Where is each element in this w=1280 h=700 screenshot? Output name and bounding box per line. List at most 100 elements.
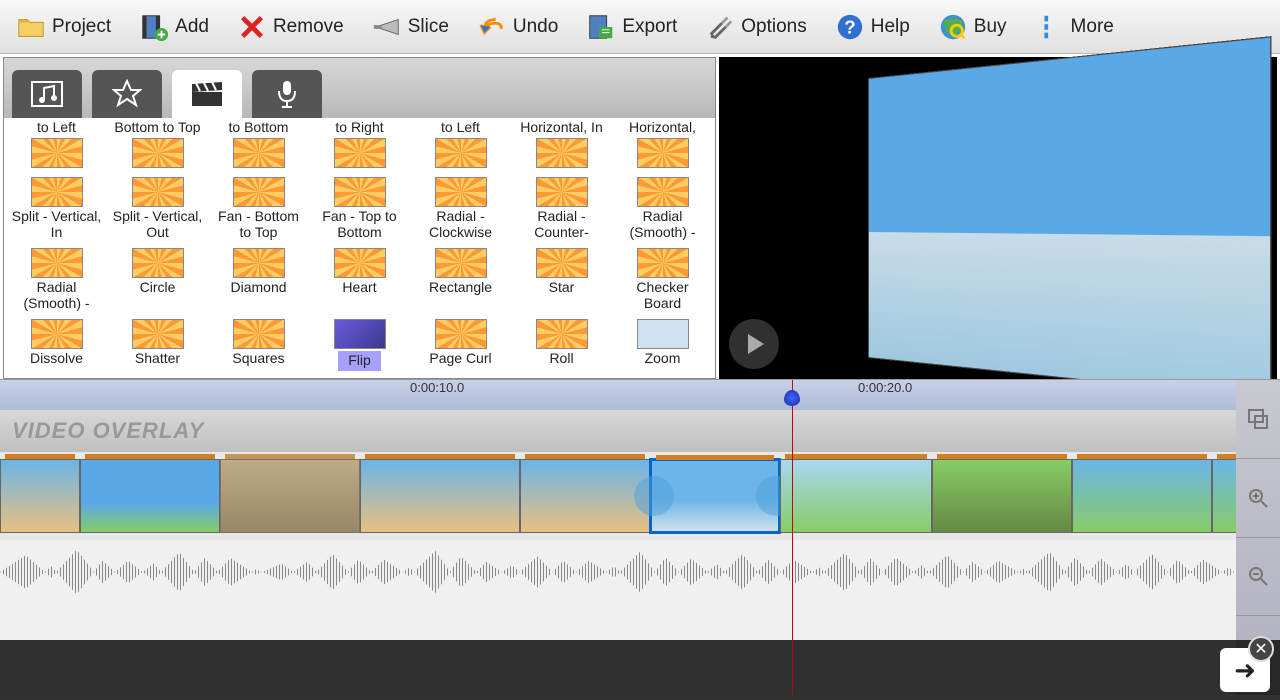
effect-thumb <box>334 319 386 349</box>
help-button[interactable]: ? Help <box>827 6 918 48</box>
effect-label: Radial - <box>537 209 585 225</box>
clip[interactable] <box>520 459 650 533</box>
effect-flip[interactable]: Flip <box>309 317 410 376</box>
zoom-out-button[interactable] <box>1236 538 1280 617</box>
play-button[interactable] <box>729 319 779 369</box>
effect-rectangle[interactable]: Rectangle <box>410 246 511 317</box>
toolbar-label: Options <box>741 16 806 38</box>
effect-thumb <box>31 248 83 278</box>
effect-checker[interactable]: CheckerBoard <box>612 246 713 317</box>
effect-label: (Smooth) - <box>23 296 89 311</box>
tab-music-video[interactable] <box>12 70 82 118</box>
effect-star[interactable]: Star <box>511 246 612 317</box>
effect-page-curl[interactable]: Page Curl <box>410 317 511 376</box>
effect-horizontal-in[interactable]: Horizontal, In <box>511 120 612 175</box>
tab-favorites[interactable] <box>92 70 162 118</box>
effect-thumb <box>31 177 83 207</box>
effect-radial[interactable]: Radial(Smooth) - <box>6 246 107 317</box>
effect-roll[interactable]: Roll <box>511 317 612 376</box>
zoom-in-button[interactable] <box>1236 459 1280 538</box>
effect-label: Zoom <box>645 351 681 367</box>
effect-label: Fan - Bottom <box>218 209 299 225</box>
help-icon: ? <box>835 12 865 42</box>
audio-track[interactable] <box>0 540 1280 604</box>
ruler-tick: 0:00:10.0 <box>410 380 464 395</box>
ruler-tick: 0:00:20.0 <box>858 380 912 395</box>
svg-text:?: ? <box>844 16 855 37</box>
effect-fan-top-to[interactable]: Fan - Top toBottom <box>309 175 410 246</box>
effect-squares[interactable]: Squares <box>208 317 309 376</box>
effect-diamond[interactable]: Diamond <box>208 246 309 317</box>
effect-zoom[interactable]: Zoom <box>612 317 713 376</box>
undo-button[interactable]: Undo <box>469 6 566 48</box>
clip[interactable] <box>80 459 220 533</box>
toolbar-label: Undo <box>513 16 558 38</box>
effect-label: Split - Vertical, <box>12 209 101 225</box>
slice-button[interactable]: Slice <box>364 6 457 48</box>
effect-radial-[interactable]: Radial -Clockwise <box>410 175 511 246</box>
toolbar-label: Help <box>871 16 910 38</box>
slice-icon <box>372 12 402 42</box>
effect-thumb <box>536 138 588 168</box>
film-music-icon <box>30 80 64 108</box>
more-button[interactable]: More <box>1027 6 1122 48</box>
effect-label: Clockwise <box>429 225 492 240</box>
effect-horizontal-[interactable]: Horizontal, <box>612 120 713 175</box>
overlay-tool-button[interactable] <box>1236 380 1280 459</box>
clip[interactable] <box>932 459 1072 533</box>
tab-microphone[interactable] <box>252 70 322 118</box>
effect-label: Bottom to Top <box>114 120 200 136</box>
clip[interactable] <box>220 459 360 533</box>
effect-label: Page Curl <box>429 351 491 367</box>
effect-radial-[interactable]: Radial -Counter- <box>511 175 612 246</box>
effect-circle[interactable]: Circle <box>107 246 208 317</box>
effect-bottom-to-top[interactable]: Bottom to Top <box>107 120 208 175</box>
toolbar-label: Export <box>622 16 677 38</box>
clip[interactable] <box>780 459 932 533</box>
effect-dissolve[interactable]: Dissolve <box>6 317 107 376</box>
effect-thumb <box>233 319 285 349</box>
effect-label: Bottom <box>337 225 381 240</box>
effect-split-vertical-[interactable]: Split - Vertical,Out <box>107 175 208 246</box>
effect-thumb <box>233 177 285 207</box>
effect-thumb <box>31 138 83 168</box>
options-button[interactable]: Options <box>697 6 814 48</box>
effect-label: to Left <box>441 120 480 136</box>
add-button[interactable]: Add <box>131 6 217 48</box>
more-icon <box>1035 12 1065 42</box>
video-track[interactable] <box>0 452 1280 540</box>
effect-label: Horizontal, <box>629 120 696 136</box>
effect-to-left[interactable]: to Left <box>410 120 511 175</box>
effect-shatter[interactable]: Shatter <box>107 317 208 376</box>
effect-split-vertical-[interactable]: Split - Vertical,In <box>6 175 107 246</box>
project-button[interactable]: Project <box>8 6 119 48</box>
effect-radial[interactable]: Radial(Smooth) - <box>612 175 713 246</box>
effect-fan-bottom[interactable]: Fan - Bottomto Top <box>208 175 309 246</box>
clip[interactable] <box>360 459 520 533</box>
effect-label: to Bottom <box>229 120 289 136</box>
buy-button[interactable]: Buy <box>930 6 1015 48</box>
effect-thumb <box>132 177 184 207</box>
effect-to-left[interactable]: to Left <box>6 120 107 175</box>
effect-heart[interactable]: Heart <box>309 246 410 317</box>
close-button[interactable]: ✕ <box>1248 636 1274 662</box>
time-ruler[interactable]: 0:00:10.0 0:00:20.0 <box>0 380 1280 410</box>
effect-thumb <box>233 138 285 168</box>
playhead[interactable] <box>792 380 793 695</box>
clip-handle-left[interactable] <box>634 476 674 516</box>
effect-label: Split - Vertical, <box>113 209 202 225</box>
remove-button[interactable]: Remove <box>229 6 352 48</box>
clip-selected[interactable] <box>650 459 780 533</box>
clip[interactable] <box>1072 459 1212 533</box>
next-button[interactable]: ✕ <box>1220 648 1270 692</box>
effect-label: Shatter <box>135 351 180 367</box>
effect-label: In <box>51 225 63 240</box>
export-button[interactable]: Export <box>578 6 685 48</box>
effect-thumb <box>637 138 689 168</box>
effects-grid: to Left Bottom to Top to Bottom to Right to … <box>4 118 715 378</box>
clip[interactable] <box>0 459 80 533</box>
effect-thumb <box>637 177 689 207</box>
effect-to-right[interactable]: to Right <box>309 120 410 175</box>
tab-transitions[interactable] <box>172 70 242 118</box>
effect-to-bottom[interactable]: to Bottom <box>208 120 309 175</box>
